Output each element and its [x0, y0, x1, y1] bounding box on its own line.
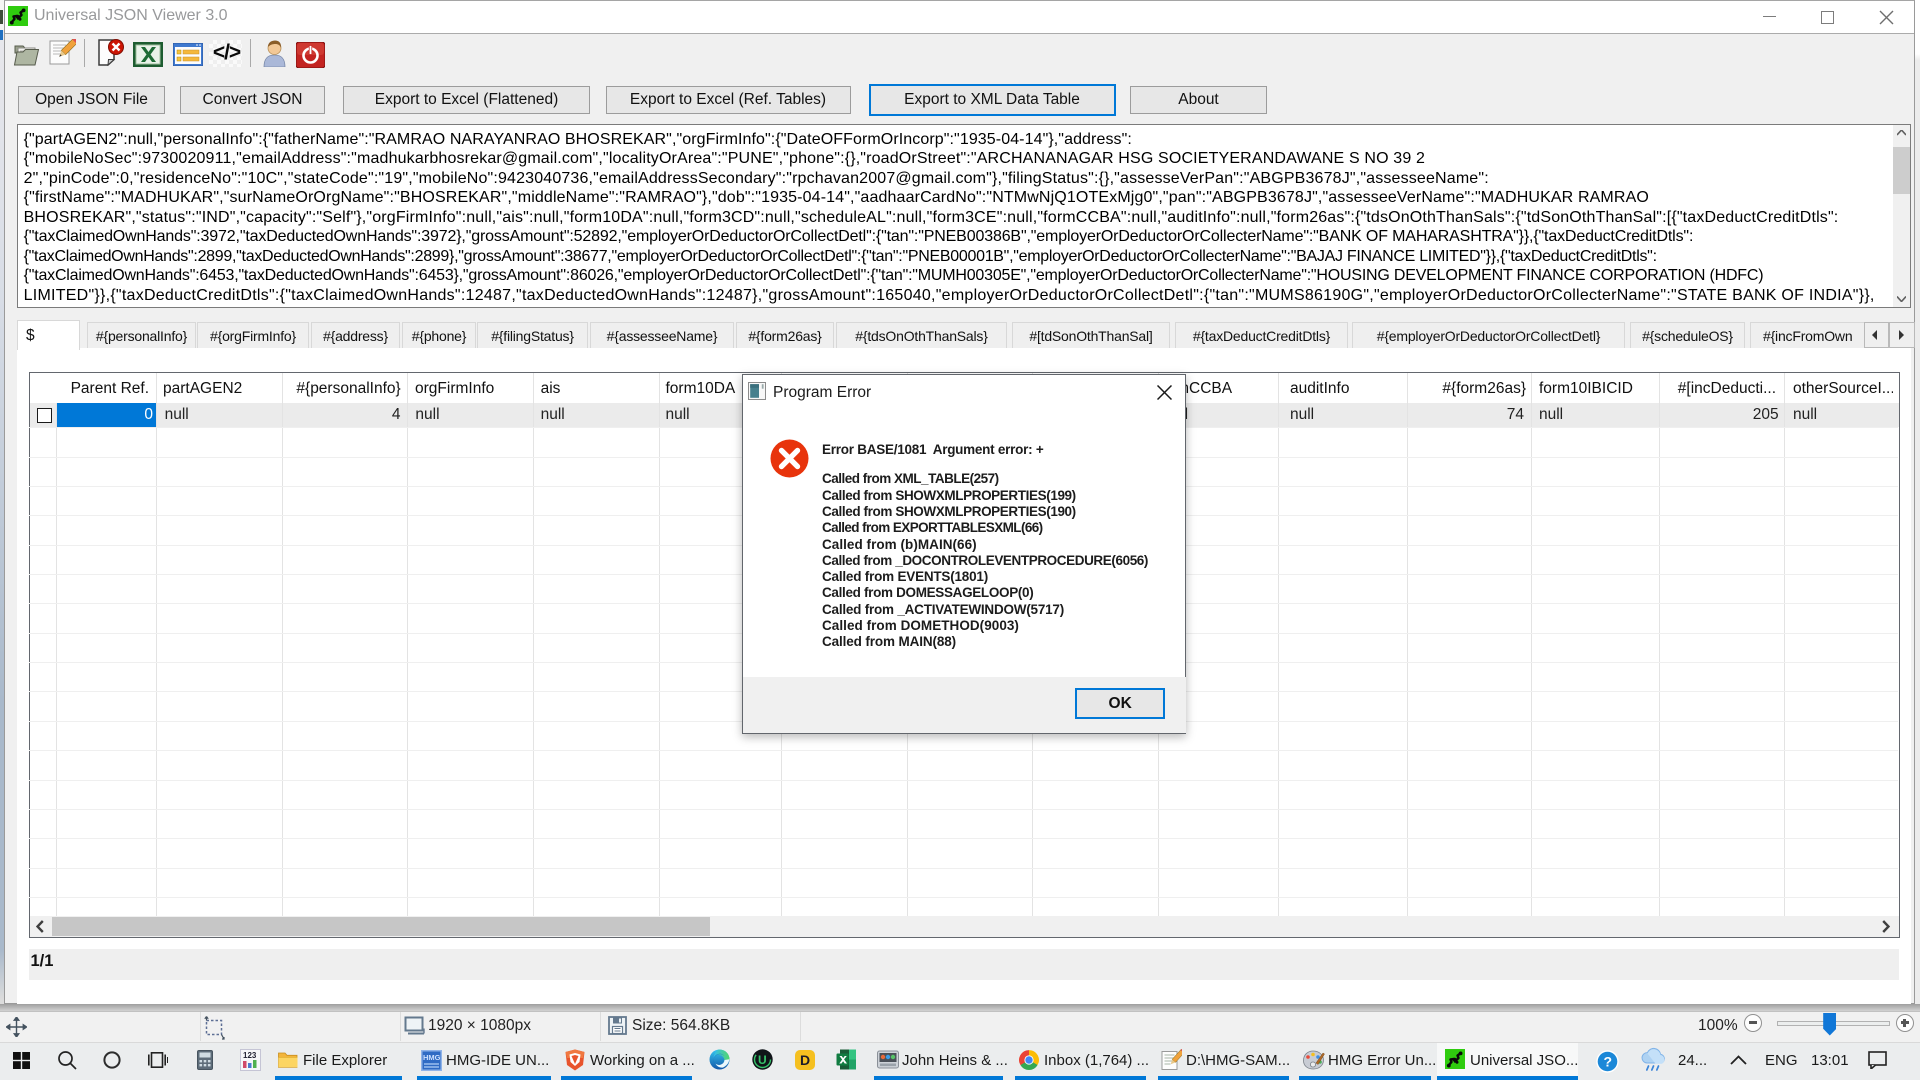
svg-text:HMG: HMG [423, 1053, 441, 1062]
svg-text:123: 123 [243, 1051, 257, 1060]
svg-text:U: U [758, 1053, 767, 1067]
svg-text:D: D [800, 1052, 810, 1068]
svg-text:?: ? [1604, 1054, 1613, 1070]
